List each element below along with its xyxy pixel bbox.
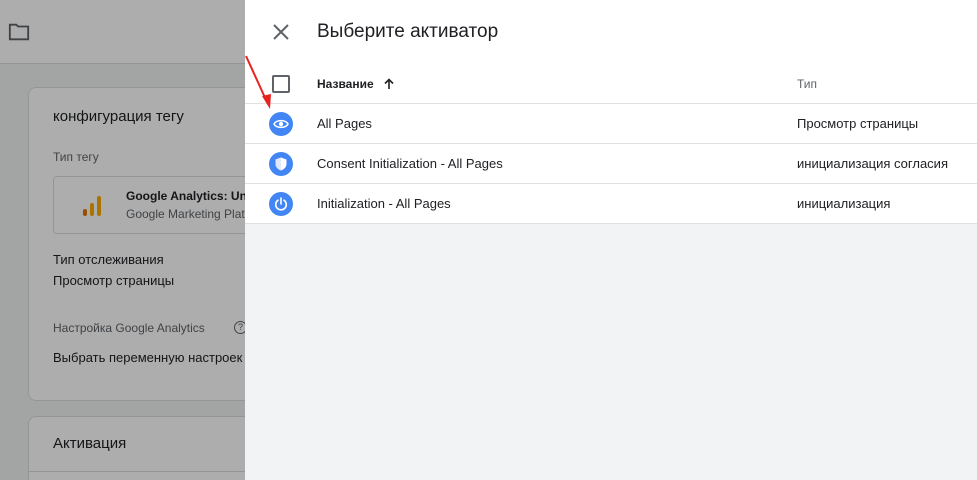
trigger-type: инициализация: [797, 196, 891, 211]
eye-icon: [269, 112, 293, 136]
drawer-header: Выберите активатор: [245, 0, 977, 64]
trigger-name: Consent Initialization - All Pages: [317, 156, 503, 171]
trigger-table: Название Тип All Pages Просмотр страницы: [245, 64, 977, 224]
trigger-row-initialization[interactable]: Initialization - All Pages инициализация: [245, 184, 977, 224]
power-icon: [269, 192, 293, 216]
table-header: Название Тип: [245, 64, 977, 104]
trigger-row-consent-initialization[interactable]: Consent Initialization - All Pages иници…: [245, 144, 977, 184]
trigger-type: Просмотр страницы: [797, 116, 919, 131]
annotation-arrow-icon: [245, 55, 271, 109]
sort-ascending-icon: [384, 78, 394, 89]
trigger-row-all-pages[interactable]: All Pages Просмотр страницы: [245, 104, 977, 144]
trigger-name: Initialization - All Pages: [317, 196, 451, 211]
drawer-title: Выберите активатор: [317, 21, 499, 42]
trigger-name: All Pages: [317, 116, 372, 131]
modal-scrim[interactable]: [0, 0, 245, 480]
trigger-type: инициализация согласия: [797, 156, 948, 171]
choose-trigger-drawer: Выберите активатор Название Тип All Page…: [245, 0, 977, 480]
column-header-name-label: Название: [317, 77, 374, 91]
column-header-type: Тип: [797, 77, 818, 91]
shield-icon: [269, 152, 293, 176]
close-icon[interactable]: [269, 20, 293, 44]
column-header-name[interactable]: Название: [317, 77, 395, 91]
